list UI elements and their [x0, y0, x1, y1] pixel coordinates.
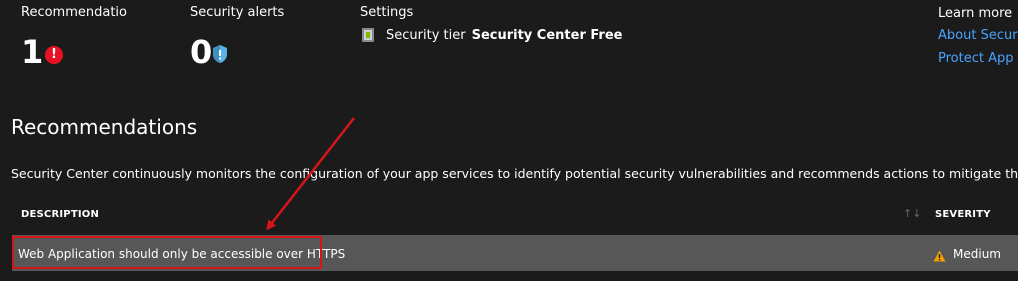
recommendations-count[interactable]: 1 — [21, 32, 43, 72]
security-tier-label: Security tier — [386, 27, 466, 43]
security-tier-value: Security Center Free — [471, 27, 623, 43]
severity-value: Medium — [953, 247, 1001, 261]
error-badge-icon: ! — [45, 46, 63, 64]
sort-icon[interactable]: ↑↓ — [903, 207, 921, 220]
security-tier-icon — [360, 27, 376, 43]
column-header-severity[interactable]: SEVERITY — [935, 209, 991, 220]
protect-app-link[interactable]: Protect App s — [938, 51, 1018, 66]
security-alerts-count[interactable]: 0 — [190, 32, 212, 72]
about-security-link[interactable]: About Security — [938, 28, 1018, 43]
learn-more-title: Learn more — [938, 6, 1013, 21]
security-alerts-stat-title: Security alerts — [190, 5, 285, 20]
shield-icon — [212, 44, 228, 68]
section-description: Security Center continuously monitors th… — [11, 166, 1018, 181]
annotation-highlight-box — [12, 236, 322, 269]
section-title: Recommendations — [11, 115, 198, 139]
settings-title: Settings — [360, 5, 414, 20]
column-header-description[interactable]: DESCRIPTION — [21, 209, 99, 220]
security-tier-row[interactable]: Security tier Security Center Free — [360, 27, 622, 43]
recommendations-stat-title: Recommendatio — [21, 5, 127, 20]
warning-icon — [933, 247, 946, 266]
